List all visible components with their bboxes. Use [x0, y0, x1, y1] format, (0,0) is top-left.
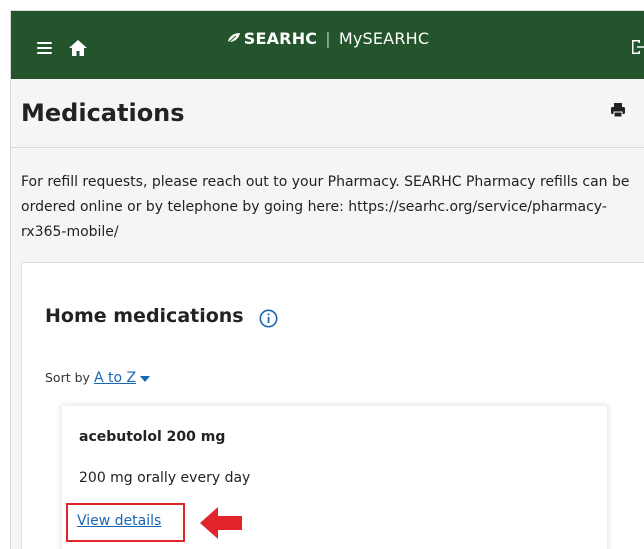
sort-value[interactable]: A to Z: [94, 370, 136, 386]
home-medications-card: Home medications Sort by A to Z acebutolo…: [21, 262, 644, 549]
medication-name: acebutolol 200 mg: [79, 429, 226, 445]
top-navigation-bar: SEARHC | MySEARHC: [11, 11, 644, 79]
sign-out-icon[interactable]: [629, 37, 644, 57]
left-arrow-icon: [200, 507, 242, 539]
page-title: Medications: [21, 99, 185, 127]
brand-name: SEARHC: [243, 29, 318, 48]
app-frame: SEARHC | MySEARHC Medications For refill r…: [10, 10, 644, 549]
sort-dropdown[interactable]: A to Z: [94, 370, 136, 386]
medication-item: acebutolol 200 mg 200 mg orally every da…: [61, 405, 608, 549]
info-icon[interactable]: [259, 309, 278, 328]
sort-control: Sort by A to Z: [45, 370, 151, 386]
title-divider: [11, 147, 644, 148]
caret-down-icon[interactable]: [140, 375, 151, 382]
brand-logo[interactable]: SEARHC | MySEARHC: [11, 29, 644, 48]
home-medications-title: Home medications: [45, 305, 244, 327]
refill-instructions: For refill requests, please reach out to…: [21, 174, 630, 240]
sort-label: Sort by: [45, 370, 90, 385]
app-name: MySEARHC: [338, 29, 430, 48]
print-icon[interactable]: [610, 102, 626, 118]
brand-separator: |: [325, 29, 331, 48]
view-details-link[interactable]: View details: [77, 513, 161, 529]
leaf-logo-icon: [227, 33, 240, 43]
medication-instructions: 200 mg orally every day: [79, 470, 251, 486]
